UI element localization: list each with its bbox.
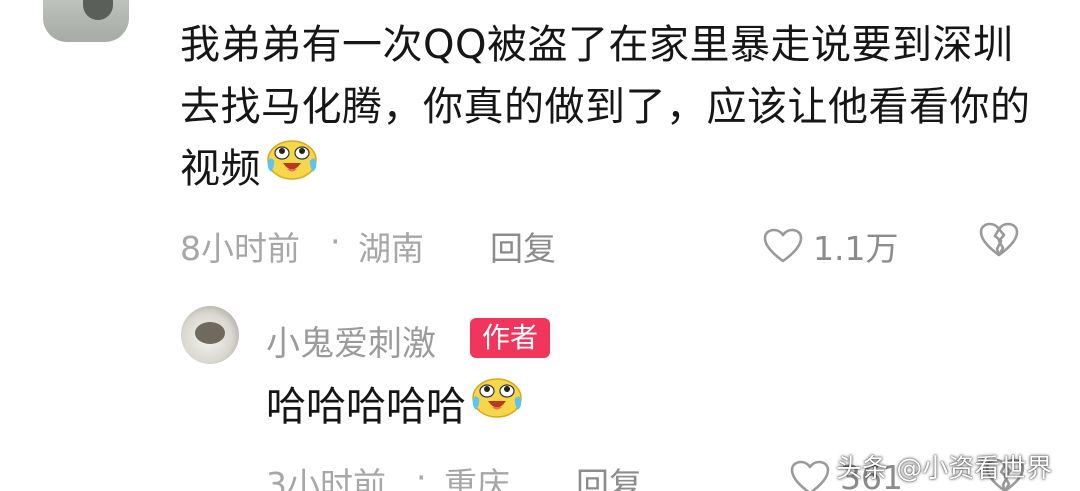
comment-meta: 8小时前 · 湖南 回复 1.1万 xyxy=(180,222,1040,268)
laugh-cry-emoji-icon xyxy=(470,374,524,436)
watermark: 头条 @小资看世界 xyxy=(836,454,1053,484)
comment-body: 我弟弟有一次QQ被盗了在家里暴走说要到深圳去找马化腾，你真的做到了，应该让他看看… xyxy=(180,14,1040,200)
meta-separator: · xyxy=(330,222,341,261)
reply-username[interactable]: 小鬼爱刺激 xyxy=(266,316,436,365)
heart-icon xyxy=(790,460,830,491)
author-badge: 作者 xyxy=(470,318,551,358)
reply-reply-button[interactable]: 回复 xyxy=(576,458,642,491)
comment-thread: 我弟弟有一次QQ被盗了在家里暴走说要到深圳去找马化腾，你真的做到了，应该让他看看… xyxy=(0,0,1080,491)
commenter-avatar[interactable] xyxy=(43,0,129,42)
reply-body: 哈哈哈哈哈 xyxy=(266,376,524,438)
reply-location: 重庆 xyxy=(444,465,510,491)
dislike-button[interactable] xyxy=(978,222,1020,266)
reply-button[interactable]: 回复 xyxy=(490,222,556,270)
reply-user-avatar[interactable] xyxy=(181,306,239,364)
broken-heart-icon xyxy=(979,222,1019,257)
like-count: 1.1万 xyxy=(813,229,899,268)
reply-time: 3小时前 xyxy=(266,465,386,491)
heart-icon xyxy=(763,228,803,263)
comment-location: 湖南 xyxy=(358,229,424,268)
like-button[interactable]: 1.1万 xyxy=(763,222,898,270)
laugh-cry-emoji-icon xyxy=(265,136,319,198)
reply-text: 哈哈哈哈哈 xyxy=(266,384,466,430)
meta-separator: · xyxy=(416,458,427,491)
comment-time: 8小时前 xyxy=(180,229,300,268)
